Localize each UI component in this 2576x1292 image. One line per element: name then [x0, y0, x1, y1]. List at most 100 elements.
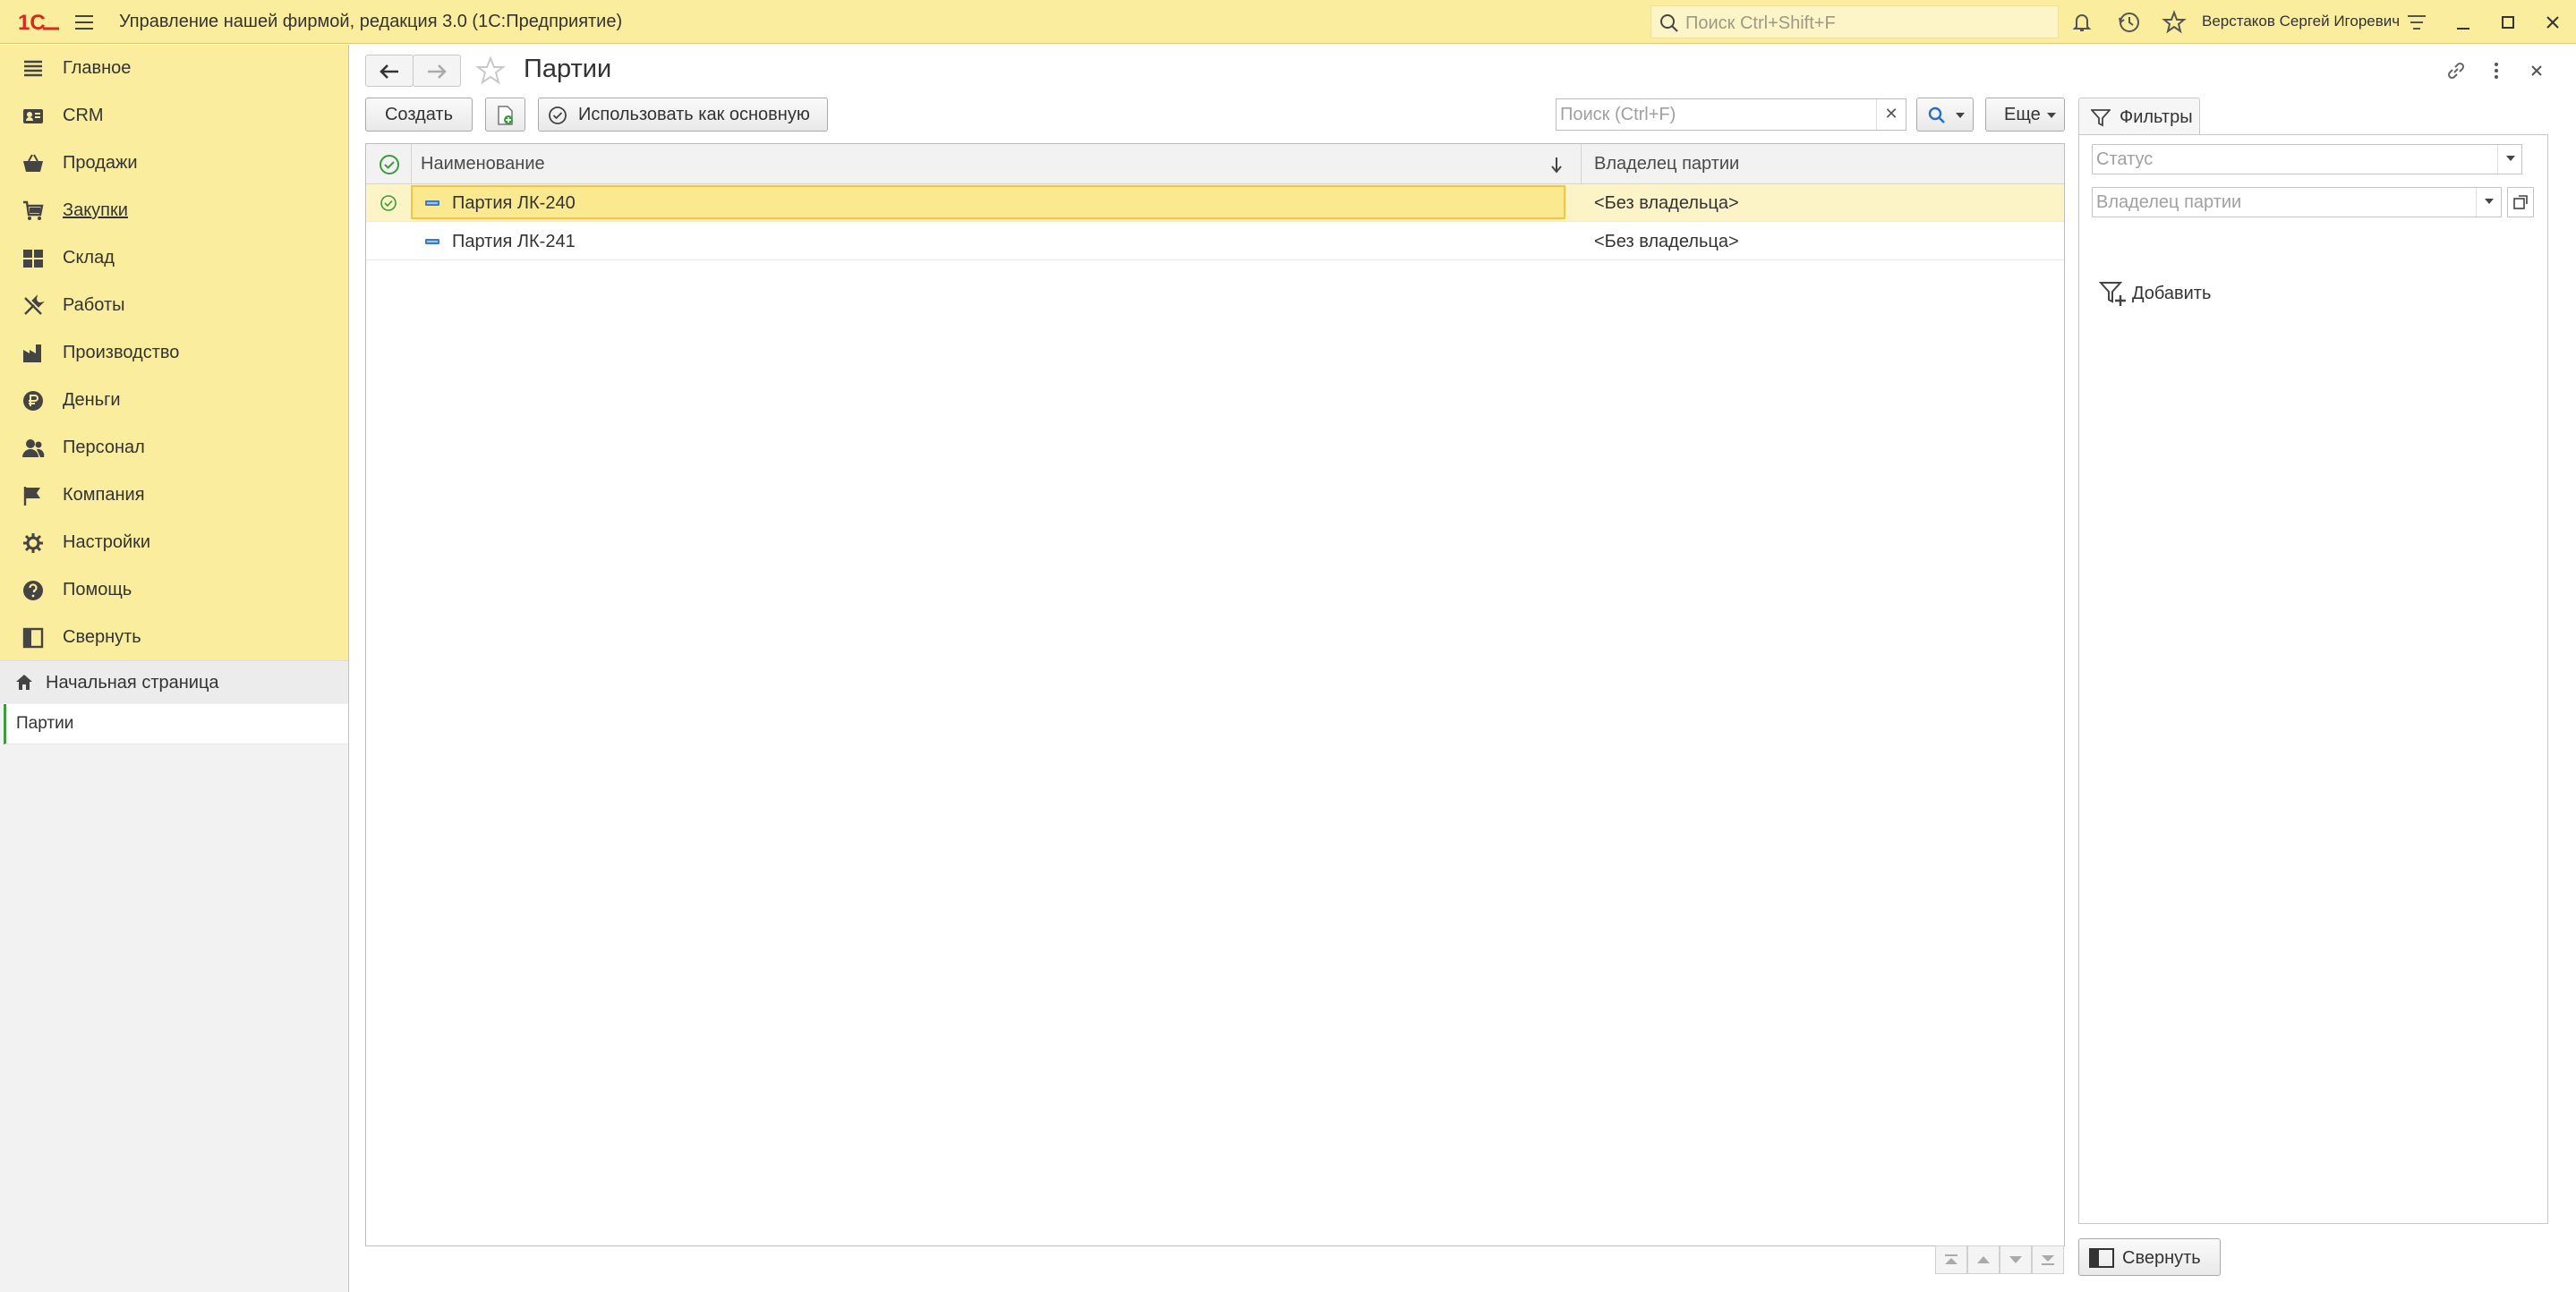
add-to-favorites-star-icon[interactable] [475, 55, 506, 86]
sidebar-item-sales[interactable]: Продажи [0, 140, 348, 187]
sections-panel: Главное CRM Продажи Закупки Склад Работы [0, 45, 349, 1292]
owner-filter-input[interactable] [2093, 188, 2476, 217]
maximize-icon[interactable] [2495, 9, 2521, 36]
batches-table[interactable]: Наименование Владелец партии Партия ЛК-2… [365, 143, 2065, 1246]
people-icon [21, 437, 45, 460]
status-filter-field[interactable] [2092, 144, 2522, 174]
forward-button[interactable] [413, 55, 461, 87]
sidebar-item-label: Продажи [63, 153, 138, 173]
search-options-button[interactable] [1916, 98, 1974, 132]
sidebar-item-label: Закупки [63, 200, 128, 220]
clear-search-button[interactable]: ✕ [1876, 99, 1906, 130]
sidebar-item-works[interactable]: Работы [0, 282, 348, 329]
sidebar-item-company[interactable]: Компания [0, 472, 348, 519]
minimize-icon[interactable] [2450, 9, 2477, 36]
tab-filters[interactable]: Фильтры [2078, 98, 2200, 135]
sidebar-item-personnel[interactable]: Персонал [0, 424, 348, 472]
list-search-field[interactable]: ✕ [1556, 98, 1906, 131]
app-title: Управление нашей фирмой, редакция 3.0 (1… [119, 12, 623, 31]
home-page-link[interactable]: Начальная страница [0, 661, 348, 703]
open-windows-panel: Начальная страница Партии [0, 660, 348, 1292]
more-actions-icon[interactable] [2483, 57, 2510, 84]
row-owner: <Без владельца> [1594, 193, 1739, 213]
warehouse-icon [21, 247, 45, 270]
collapse-panel-icon [21, 626, 45, 650]
close-window-icon[interactable] [2539, 9, 2566, 36]
table-row[interactable]: Партия ЛК-241 <Без владельца> [366, 223, 2064, 260]
main-menu-icon[interactable] [73, 12, 95, 33]
scroll-to-bottom-icon[interactable] [2032, 1245, 2064, 1274]
catalog-item-icon [425, 200, 439, 207]
search-icon [1928, 106, 1946, 124]
list-search-input[interactable] [1557, 99, 1872, 130]
more-button[interactable]: Еще [1985, 98, 2065, 132]
form-area: Партии Создать Использовать как основную… [350, 45, 2576, 1292]
cart-icon [21, 200, 45, 223]
add-filter-icon [2099, 280, 2128, 307]
back-button[interactable] [365, 55, 414, 87]
collapse-panel-icon [2089, 1248, 2114, 1268]
sidebar-item-settings[interactable]: Настройки [0, 519, 348, 566]
row-name: Партия ЛК-240 [452, 193, 576, 213]
column-header-owner[interactable]: Владелец партии [1594, 154, 1739, 174]
tools-icon [21, 294, 45, 318]
sidebar-item-help[interactable]: Помощь [0, 566, 348, 614]
table-row[interactable]: Партия ЛК-240 <Без владельца> [366, 184, 2064, 222]
use-as-main-button[interactable]: Использовать как основную [538, 98, 828, 132]
favorites-star-icon[interactable] [2162, 10, 2187, 35]
chevron-down-icon[interactable] [2497, 145, 2522, 174]
collapse-filters-button[interactable]: Свернуть [2078, 1238, 2221, 1276]
create-button[interactable]: Создать [365, 98, 473, 132]
sidebar-item-warehouse[interactable]: Склад [0, 234, 348, 282]
scroll-up-icon[interactable] [1967, 1245, 2000, 1274]
sort-descending-icon[interactable] [1550, 156, 1563, 174]
copy-button[interactable] [485, 98, 525, 132]
1c-logo-icon[interactable]: 1C [18, 11, 61, 34]
column-separator [411, 144, 412, 184]
history-icon[interactable] [2117, 10, 2142, 35]
main-marker-header-icon [379, 154, 400, 175]
sidebar-item-label: Персонал [63, 438, 145, 457]
current-cell-frame [411, 185, 1565, 219]
global-search-input[interactable]: Поиск Ctrl+Shift+F [1651, 5, 2059, 38]
sidebar-item-crm[interactable]: CRM [0, 92, 348, 140]
column-header-name[interactable]: Наименование [421, 154, 545, 174]
current-user[interactable]: Верстаков Сергей Игоревич [2202, 13, 2400, 30]
sidebar-item-collapse[interactable]: Свернуть [0, 614, 348, 661]
sidebar-item-purchases[interactable]: Закупки [0, 187, 348, 234]
factory-icon [21, 342, 45, 365]
home-page-label: Начальная страница [46, 673, 219, 693]
settings-lines-icon[interactable] [2403, 9, 2430, 36]
sidebar-item-label: Помощь [63, 580, 132, 599]
scroll-to-top-icon[interactable] [1935, 1245, 1967, 1274]
open-value-icon[interactable] [2507, 187, 2534, 217]
flag-icon [21, 484, 45, 507]
filter-funnel-icon [2091, 109, 2111, 127]
check-circle-icon [548, 106, 567, 125]
owner-filter-field[interactable] [2092, 187, 2502, 217]
sidebar-item-production[interactable]: Производство [0, 329, 348, 377]
main-marker-icon [380, 194, 397, 212]
use-as-main-label: Использовать как основную [578, 105, 810, 124]
column-separator [1581, 144, 1582, 184]
basket-icon [21, 152, 45, 175]
sidebar-item-money[interactable]: Деньги [0, 377, 348, 424]
notifications-bell-icon[interactable] [2069, 10, 2094, 35]
sidebar-item-label: Компания [63, 485, 145, 505]
filters-panel: Добавить [2078, 134, 2548, 1224]
sidebar-item-main[interactable]: Главное [0, 45, 348, 92]
status-filter-input[interactable] [2093, 145, 2497, 174]
sidebar-item-label: Работы [63, 295, 125, 315]
chevron-down-icon[interactable] [2476, 188, 2501, 217]
add-filter-label: Добавить [2132, 284, 2212, 303]
more-button-label: Еще [2004, 105, 2041, 124]
title-bar: 1C Управление нашей фирмой, редакция 3.0… [0, 0, 2576, 44]
page-title: Партии [524, 55, 612, 83]
list-icon [21, 57, 45, 81]
close-form-icon[interactable] [2523, 57, 2550, 84]
open-page-tab-batches[interactable]: Партии [4, 704, 348, 744]
home-icon [14, 672, 34, 692]
link-icon[interactable] [2443, 57, 2469, 84]
sidebar-item-label: Свернуть [63, 627, 141, 647]
scroll-down-icon[interactable] [2000, 1245, 2032, 1274]
